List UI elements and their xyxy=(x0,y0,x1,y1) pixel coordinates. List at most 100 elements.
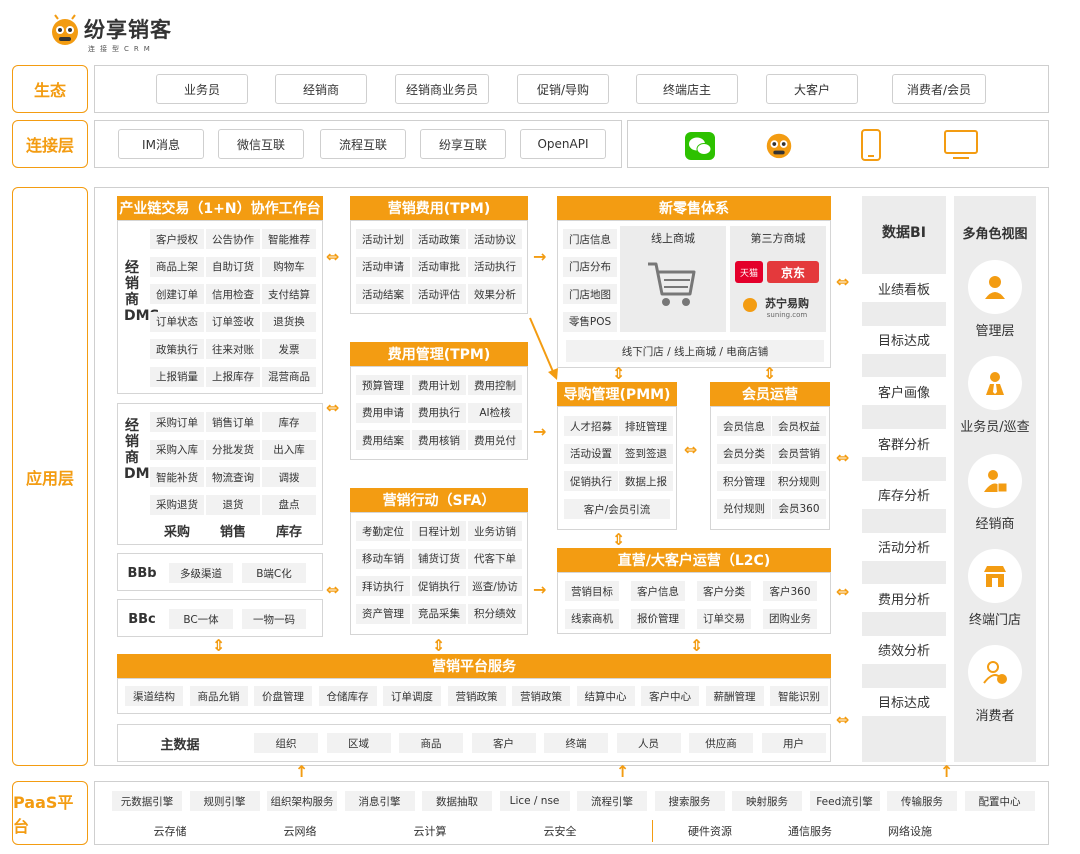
chain-grid-item[interactable]: 支付结算 xyxy=(262,284,316,304)
chain-grid-item[interactable]: 自助订货 xyxy=(206,256,260,277)
manager-icon[interactable] xyxy=(968,260,1022,314)
platform-item[interactable]: 订单调度 xyxy=(383,686,441,706)
pmm-foot[interactable]: 客户/会员引流 xyxy=(564,499,670,519)
chain-grid-item[interactable]: 购物车 xyxy=(262,256,316,277)
distributor-icon[interactable] xyxy=(968,454,1022,508)
paas-engine[interactable]: Lice / nse xyxy=(499,791,570,811)
member-item[interactable]: 兑付规则 xyxy=(717,498,771,519)
chain-grid-item[interactable]: 智能推荐 xyxy=(262,229,316,249)
master-item[interactable]: 用户 xyxy=(761,733,826,753)
chain-grid2-item[interactable]: 退货 xyxy=(206,494,260,515)
fee-item[interactable]: AI检核 xyxy=(468,402,522,423)
fee-item[interactable]: 费用计划 xyxy=(412,375,466,395)
platform-item[interactable]: 结算中心 xyxy=(576,686,635,706)
conn-item[interactable]: 流程互联 xyxy=(320,129,406,159)
sfa-item[interactable]: 考勤定位 xyxy=(356,521,410,541)
sfa-item[interactable]: 移动车销 xyxy=(356,548,410,569)
pmm-item[interactable]: 签到签退 xyxy=(619,443,673,464)
paas-engine[interactable]: 流程引擎 xyxy=(577,791,647,811)
platform-item[interactable]: 营销政策 xyxy=(512,686,570,706)
tpm-item[interactable]: 活动结案 xyxy=(356,284,410,304)
chain-grid-item[interactable]: 混营商品 xyxy=(262,366,316,387)
fee-item[interactable]: 预算管理 xyxy=(356,375,410,395)
tpm-item[interactable]: 活动执行 xyxy=(468,256,522,277)
member-item[interactable]: 会员权益 xyxy=(772,416,826,436)
chain-grid2-item[interactable]: 采购入库 xyxy=(150,439,204,460)
consumer-icon[interactable] xyxy=(968,645,1022,699)
chain-grid2-item[interactable]: 物流查询 xyxy=(206,467,260,487)
l2c-item[interactable]: 报价管理 xyxy=(631,608,685,629)
tpm-item[interactable]: 活动申请 xyxy=(356,256,410,277)
paas-engine[interactable]: 映射服务 xyxy=(732,791,802,811)
store-icon[interactable] xyxy=(968,549,1022,603)
sfa-item[interactable]: 资产管理 xyxy=(356,603,410,624)
paas-engine[interactable]: 消息引擎 xyxy=(344,791,415,811)
master-item[interactable]: 区域 xyxy=(326,733,391,753)
conn-item[interactable]: IM消息 xyxy=(118,129,204,159)
l2c-item[interactable]: 订单交易 xyxy=(697,608,751,629)
chain-grid2-item[interactable]: 销售订单 xyxy=(206,412,260,432)
pmm-item[interactable]: 活动设置 xyxy=(564,443,618,464)
master-item[interactable]: 商品 xyxy=(399,733,463,753)
chain-grid-item[interactable]: 信用检查 xyxy=(206,284,260,304)
bi-item[interactable]: 目标达成 xyxy=(853,325,955,354)
paas-engine[interactable]: 传输服务 xyxy=(887,791,957,811)
chain-grid-item[interactable]: 创建订单 xyxy=(150,284,204,304)
salesman-icon[interactable] xyxy=(968,356,1022,410)
chain-grid-item[interactable]: 客户授权 xyxy=(150,229,204,249)
fee-item[interactable]: 费用执行 xyxy=(412,402,466,423)
member-item[interactable]: 积分规则 xyxy=(772,471,826,491)
member-item[interactable]: 会员营销 xyxy=(772,443,826,464)
platform-item[interactable]: 渠道结构 xyxy=(125,686,183,706)
member-item[interactable]: 积分管理 xyxy=(717,471,771,491)
eco-item[interactable]: 经销商业务员 xyxy=(395,74,489,104)
member-item[interactable]: 会员信息 xyxy=(717,416,771,436)
chain-grid2-item[interactable]: 库存 xyxy=(262,412,316,432)
paas-engine[interactable]: 配置中心 xyxy=(964,791,1035,811)
fee-item[interactable]: 费用申请 xyxy=(356,402,410,423)
bbc-item[interactable]: BC一体 xyxy=(169,609,233,629)
platform-item[interactable]: 薪酬管理 xyxy=(705,686,764,706)
bi-item[interactable]: 费用分析 xyxy=(853,584,955,613)
paas-engine[interactable]: 数据抽取 xyxy=(422,791,492,811)
chain-grid-item[interactable]: 退货换 xyxy=(262,311,316,332)
bi-item[interactable]: 绩效分析 xyxy=(853,635,955,664)
chain-grid-item[interactable]: 上报销量 xyxy=(150,366,204,387)
sfa-item[interactable]: 代客下单 xyxy=(468,548,522,569)
fee-item[interactable]: 费用控制 xyxy=(468,375,522,395)
chain-grid2-item[interactable]: 智能补货 xyxy=(150,467,204,487)
pmm-item[interactable]: 排班管理 xyxy=(619,416,673,436)
sfa-item[interactable]: 巡查/协访 xyxy=(468,576,522,596)
pmm-item[interactable]: 人才招募 xyxy=(564,416,618,436)
bi-item[interactable]: 库存分析 xyxy=(853,480,955,509)
bbb-item[interactable]: 多级渠道 xyxy=(169,563,233,583)
store-item[interactable]: 门店信息 xyxy=(563,229,617,249)
paas-engine[interactable]: 搜索服务 xyxy=(654,791,725,811)
chain-grid2-item[interactable]: 盘点 xyxy=(262,494,316,515)
platform-item[interactable]: 智能识别 xyxy=(770,686,828,706)
eco-item[interactable]: 促销/导购 xyxy=(517,74,609,104)
fee-item[interactable]: 费用核销 xyxy=(412,430,466,450)
paas-engine[interactable]: 元数据引擎 xyxy=(112,791,182,811)
master-item[interactable]: 组织 xyxy=(254,733,318,753)
mascot-icon[interactable] xyxy=(763,129,795,161)
chain-grid-item[interactable]: 发票 xyxy=(262,339,316,359)
sfa-item[interactable]: 业务访销 xyxy=(468,521,522,541)
sfa-item[interactable]: 日程计划 xyxy=(412,521,466,541)
chain-grid-item[interactable]: 往来对账 xyxy=(206,339,260,359)
tpm-item[interactable]: 活动计划 xyxy=(356,229,410,249)
chain-grid2-item[interactable]: 采购订单 xyxy=(150,412,204,432)
bi-item[interactable]: 客户画像 xyxy=(853,377,955,406)
chain-grid2-item[interactable]: 调拨 xyxy=(262,467,316,487)
tpm-item[interactable]: 效果分析 xyxy=(468,284,522,304)
platform-item[interactable]: 仓储库存 xyxy=(318,686,377,706)
chain-grid-item[interactable]: 订单签收 xyxy=(206,311,260,332)
platform-item[interactable]: 价盘管理 xyxy=(254,686,312,706)
member-item[interactable]: 会员360 xyxy=(772,498,826,519)
bbc-item[interactable]: 一物一码 xyxy=(242,609,306,629)
conn-item[interactable]: 纷享互联 xyxy=(420,129,506,159)
conn-item[interactable]: OpenAPI xyxy=(520,129,606,159)
bi-item[interactable]: 业绩看板 xyxy=(853,274,955,302)
fee-item[interactable]: 费用结案 xyxy=(356,430,410,450)
tpm-item[interactable]: 活动协议 xyxy=(468,229,522,249)
